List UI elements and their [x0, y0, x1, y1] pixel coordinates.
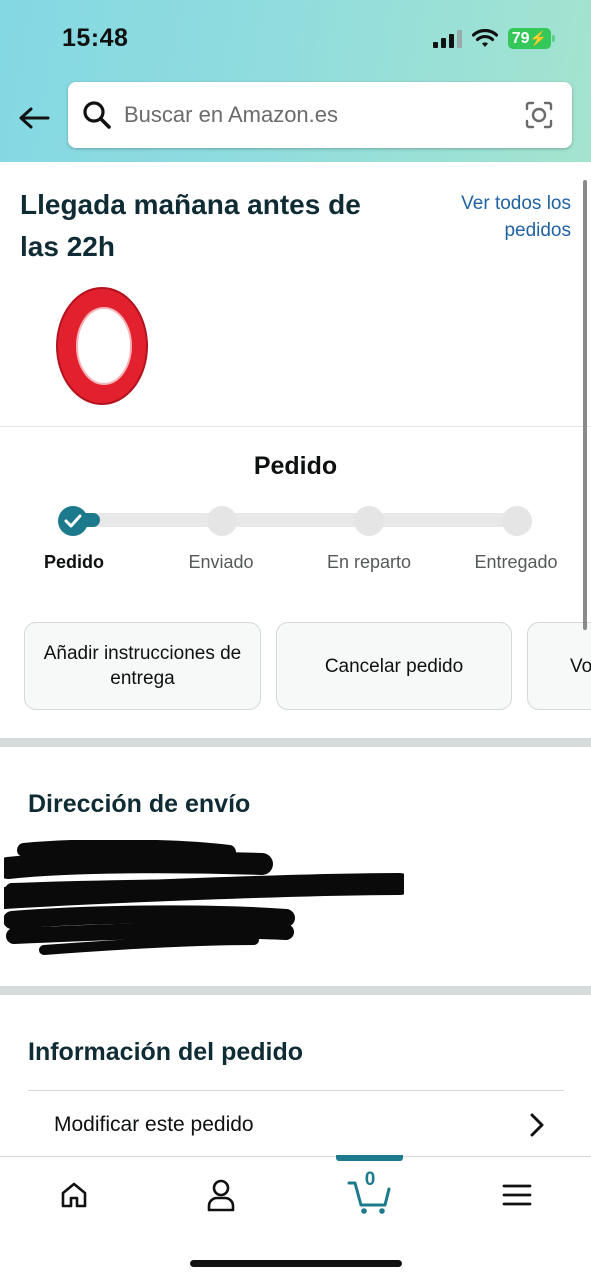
view-all-orders-link[interactable]: Ver todos los pedidos	[421, 190, 571, 244]
step-ordered-label: Pedido	[43, 552, 104, 572]
menu-icon	[502, 1184, 532, 1206]
battery-indicator: 79⚡	[507, 28, 556, 49]
search-input[interactable]	[124, 94, 504, 136]
charging-bolt-icon: ⚡	[529, 30, 547, 46]
step-delivered-dot	[502, 506, 532, 536]
step-shipped-label: Enviado	[188, 552, 254, 572]
section-divider-thick	[0, 738, 591, 747]
search-bar[interactable]	[68, 82, 572, 148]
app-header: 15:48 79⚡	[0, 0, 591, 162]
checkmark-icon	[64, 514, 82, 528]
wifi-icon	[471, 28, 498, 47]
product-image[interactable]	[52, 286, 152, 406]
step-out-for-delivery-dot	[354, 506, 384, 536]
section-divider	[0, 426, 591, 427]
step-ordered-dot	[58, 506, 88, 536]
nav-menu[interactable]	[487, 1175, 547, 1215]
home-icon	[61, 1182, 87, 1208]
cart-count-badge: 0	[364, 1169, 376, 1190]
arrow-left-icon	[19, 107, 50, 129]
selected-tab-indicator	[336, 1155, 403, 1161]
account-icon	[207, 1179, 235, 1212]
status-time: 15:48	[62, 24, 129, 52]
more-action-button[interactable]: Vo	[527, 622, 591, 710]
home-indicator	[190, 1260, 402, 1267]
search-icon	[83, 101, 111, 129]
delivery-title: Llegada mañana antes de las 22h	[20, 189, 361, 262]
order-status-heading: Pedido	[253, 452, 338, 480]
nav-account[interactable]	[191, 1175, 251, 1215]
cellular-signal-icon	[432, 29, 462, 48]
modify-order-label: Modificar este pedido	[54, 1113, 254, 1136]
back-button[interactable]	[16, 100, 52, 136]
nav-cart[interactable]: 0	[339, 1169, 401, 1215]
redacted-address	[4, 840, 404, 955]
add-delivery-instructions-button[interactable]: Añadir instrucciones de entrega	[24, 622, 261, 710]
step-delivered-label: Entregado	[474, 552, 558, 572]
modify-order-row[interactable]: Modificar este pedido	[28, 1090, 564, 1158]
scrollbar[interactable]	[583, 180, 587, 630]
step-shipped-dot	[207, 506, 237, 536]
add-delivery-instructions-label: Añadir instrucciones de entrega	[43, 643, 242, 689]
battery-level: 79	[511, 30, 530, 47]
status-icons: 79⚡	[432, 28, 556, 49]
chevron-right-icon	[530, 1113, 544, 1137]
cancel-order-label: Cancelar pedido	[324, 655, 464, 677]
progress-track	[72, 513, 518, 527]
nav-home[interactable]	[44, 1175, 104, 1215]
order-info-title: Información del pedido	[28, 1038, 304, 1066]
shipping-address-title: Dirección de envío	[28, 790, 251, 818]
more-action-label: Vo	[570, 655, 591, 677]
section-divider-thick	[0, 986, 591, 995]
cancel-order-button[interactable]: Cancelar pedido	[276, 622, 512, 710]
camera-search-icon[interactable]	[524, 100, 554, 130]
step-out-for-delivery-label: En reparto	[326, 552, 412, 572]
